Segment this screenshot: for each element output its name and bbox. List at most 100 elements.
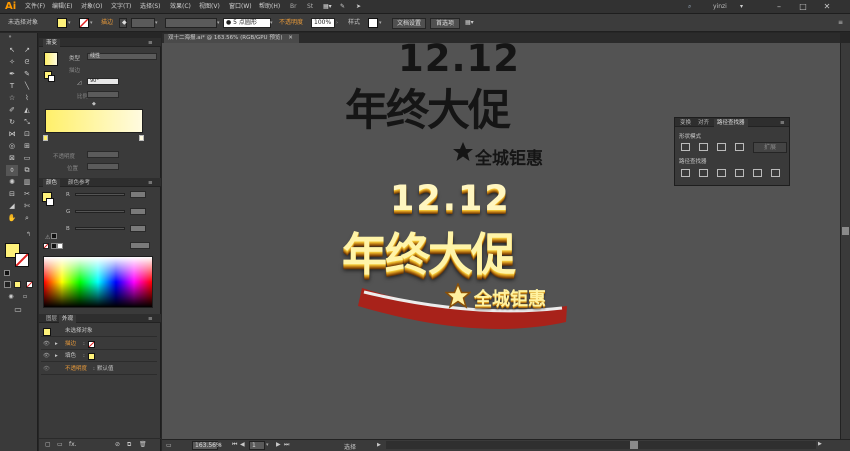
panel-collapse-icon[interactable]: » (4, 32, 16, 43)
panel-menu-icon[interactable]: ≡ (145, 39, 156, 47)
angle-input[interactable]: 90° (87, 78, 119, 85)
shaper-tool-icon[interactable]: ✐ (6, 105, 18, 116)
gold-sub-text[interactable]: 全城钜惠 (474, 285, 546, 311)
expand-arrow-icon[interactable]: ▸ (55, 351, 58, 362)
tab-gradient[interactable]: 渐变 (43, 39, 61, 47)
gradient-preview-swatch[interactable] (44, 52, 58, 66)
tab-color-guide[interactable]: 颜色参考 (65, 179, 93, 187)
stop-location-input[interactable] (87, 163, 119, 170)
gold-star-icon[interactable] (445, 283, 471, 309)
default-colors-icon[interactable] (4, 270, 10, 276)
channel-g-input[interactable] (130, 208, 146, 215)
scissors-tool-icon[interactable]: ✄ (21, 201, 33, 212)
shape-builder-tool-icon[interactable]: ◎ (6, 141, 18, 152)
opacity-input[interactable]: 100% (311, 18, 335, 28)
eraser-tool-2-icon[interactable]: ◢ (6, 201, 18, 212)
tab-color[interactable]: 颜色 (43, 179, 61, 187)
delete-item-icon[interactable]: 🗑 (139, 441, 147, 448)
menu-window[interactable]: 窗口(W) (229, 2, 252, 12)
pen-tool-icon[interactable]: ✒ (6, 69, 18, 80)
gpu-icon[interactable]: ✎ (340, 2, 345, 12)
menu-view[interactable]: 视图(V) (199, 2, 220, 12)
user-name[interactable]: yinzi (713, 3, 727, 10)
appearance-fill-label[interactable]: 填色 (65, 351, 76, 362)
draw-behind-icon[interactable]: ▫ (19, 291, 31, 302)
menu-type[interactable]: 文字(T) (111, 2, 131, 12)
prev-artboard-icon[interactable]: ◀ (240, 441, 245, 448)
hand-tool-icon[interactable]: ✋ (6, 213, 18, 224)
gradient-type-select[interactable]: 线性 (87, 53, 157, 60)
exclude-icon[interactable] (735, 143, 744, 151)
divide-icon[interactable] (681, 169, 690, 177)
horizontal-scrollbar[interactable] (386, 441, 816, 449)
channel-g-slider[interactable] (75, 210, 125, 213)
blend-tool-icon[interactable]: ⧉ (21, 165, 33, 176)
type-tool-icon[interactable]: T (6, 81, 18, 92)
mesh-tool-icon[interactable]: ⊠ (6, 153, 18, 164)
trim-icon[interactable] (699, 169, 708, 177)
scale-tool-icon[interactable]: ⤡ (21, 117, 33, 128)
last-artboard-icon[interactable]: ⏭ (284, 441, 289, 449)
zoom-input[interactable]: 163.56% (192, 441, 222, 450)
stroke-swatch[interactable] (79, 18, 89, 28)
outline-icon[interactable] (753, 169, 762, 177)
appearance-opacity-label[interactable]: 不透明度 (65, 364, 87, 375)
appearance-row-fill[interactable]: 👁 ▸ 填色 : (41, 351, 157, 362)
magic-wand-tool-icon[interactable]: ✧ (6, 57, 18, 68)
width-tool-icon[interactable]: ⋈ (6, 129, 18, 140)
variable-width-profile[interactable] (165, 18, 217, 28)
brush-definition[interactable]: ● 5 点圆形 (223, 18, 271, 28)
visibility-eye-icon[interactable]: 👁 (43, 351, 50, 362)
vertical-scroll-thumb[interactable] (842, 227, 849, 235)
merge-icon[interactable] (717, 169, 726, 177)
visibility-eye-icon[interactable]: 👁 (43, 364, 50, 375)
tab-align[interactable]: 对齐 (695, 119, 712, 127)
menu-edit[interactable]: 编辑(E) (52, 2, 72, 12)
appearance-row-opacity[interactable]: 👁 不透明度 : 默认值 (41, 364, 157, 375)
stroke-dropdown-icon[interactable]: ▾ (90, 18, 96, 28)
stroke-label[interactable]: 描边 (101, 19, 113, 27)
paintbrush-tool-icon[interactable]: ⌇ (21, 93, 33, 104)
panel-menu-icon[interactable]: ≡ (145, 315, 156, 323)
selection-tool-icon[interactable]: ↖ (6, 45, 18, 56)
gradient-slider[interactable] (45, 109, 143, 133)
tab-layers[interactable]: 图层 (43, 315, 60, 323)
next-artboard-icon[interactable]: ▶ (276, 441, 281, 448)
document-setup-button[interactable]: 文档设置 (392, 18, 426, 29)
stroke-weight-stepper[interactable]: ◆ (119, 18, 127, 28)
eyedropper-tool-icon[interactable]: ⌽ (6, 165, 18, 176)
send-icon[interactable]: ➤ (356, 2, 361, 12)
color-stroke-swatch[interactable] (46, 198, 54, 206)
panel-menu-icon[interactable]: ≡ (777, 119, 788, 127)
control-bar-menu-icon[interactable]: ≡ (838, 19, 843, 27)
expand-arrow-icon[interactable]: ▸ (55, 339, 58, 350)
color-black-swatch[interactable] (51, 233, 57, 239)
tab-pathfinder[interactable]: 路径查找器 (714, 119, 748, 127)
stroke-color-box[interactable] (15, 253, 29, 267)
menu-object[interactable]: 对象(O) (81, 2, 102, 12)
vertical-scrollbar[interactable] (840, 43, 850, 439)
color-mode-button[interactable] (14, 281, 21, 288)
gradient-stop-end[interactable] (139, 135, 144, 141)
close-document-icon[interactable]: ✕ (288, 35, 293, 41)
color-white-chip[interactable] (57, 243, 63, 249)
color-spectrum[interactable] (43, 256, 153, 308)
unite-icon[interactable] (681, 143, 690, 151)
minus-front-icon[interactable] (699, 143, 708, 151)
crop-icon[interactable] (735, 169, 744, 177)
menu-select[interactable]: 选择(S) (140, 2, 161, 12)
clear-appearance-icon[interactable]: ⊘ (115, 441, 120, 448)
free-transform-tool-icon[interactable]: ⊡ (21, 129, 33, 140)
gradient-mode-button[interactable] (26, 281, 33, 288)
tab-appearance[interactable]: 外观 (59, 315, 77, 323)
appearance-stroke-label[interactable]: 描边 (65, 339, 76, 350)
fill-swatch[interactable] (57, 18, 67, 28)
opacity-label[interactable]: 不透明度 (279, 19, 303, 27)
hex-input[interactable] (130, 242, 150, 249)
symbol-sprayer-tool-icon[interactable]: ✺ (6, 177, 18, 188)
slice-tool-icon[interactable]: ✂ (21, 189, 33, 200)
black-sub-text[interactable]: 全城钜惠 (475, 144, 543, 169)
expand-button[interactable]: 扩展 (753, 142, 787, 153)
appearance-fill-swatch[interactable] (88, 353, 95, 360)
close-window-button[interactable]: ✕ (820, 1, 834, 12)
